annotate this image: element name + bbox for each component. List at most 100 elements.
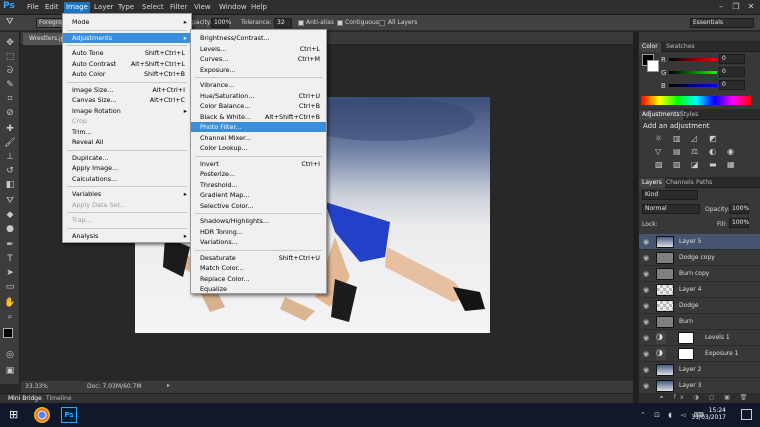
opacity-field[interactable]: 100% [211, 18, 231, 28]
visibility-eye-icon[interactable]: ◉ [643, 270, 651, 278]
image-menu-item[interactable]: Auto Color Shift+Ctrl+B [63, 69, 191, 79]
visibility-eye-icon[interactable]: ◉ [643, 382, 651, 390]
contiguous-checkbox[interactable] [337, 20, 343, 26]
image-menu-item[interactable]: Analysis ▸ [63, 231, 191, 241]
gradient-adj-icon[interactable]: ▬ [709, 160, 721, 169]
image-menu-item[interactable]: Crop [63, 116, 191, 126]
adjustments-menu-item[interactable]: Replace Color... [191, 274, 326, 284]
status-arrow-icon[interactable]: ▸ [167, 382, 170, 389]
threshold-adj-icon[interactable]: ◪ [691, 160, 703, 169]
visibility-eye-icon[interactable]: ◉ [643, 254, 651, 262]
clone-stamp-icon[interactable]: ⊥ [4, 152, 16, 163]
notifications-icon[interactable] [741, 409, 752, 420]
tab-paths[interactable]: Paths [693, 178, 715, 188]
adjustments-menu-item[interactable]: Shadows/Highlights... [191, 216, 326, 226]
layer-row[interactable]: ◉ Dodge [639, 298, 760, 314]
history-brush-icon[interactable]: ↺ [4, 166, 16, 177]
layer-row[interactable]: ◉ ◑ Exposure 1 [639, 346, 760, 362]
zoom-level[interactable]: 33.33% [25, 383, 48, 390]
rectangle-tool-icon[interactable]: ▭ [4, 282, 16, 293]
image-menu-item[interactable]: Apply Image... [63, 163, 191, 173]
channel-g-slider[interactable] [669, 71, 717, 74]
curves-adj-icon[interactable]: ◿ [691, 134, 703, 143]
adjustments-menu-item[interactable]: Gradient Map... [191, 190, 326, 200]
layer-row[interactable]: ◉ Dodge copy [639, 250, 760, 266]
adjustments-menu-item[interactable]: Black & White... Alt+Shift+Ctrl+B [191, 112, 326, 122]
image-menu-item[interactable]: Canvas Size... Alt+Ctrl+C [63, 95, 191, 105]
close-icon[interactable]: ✕ [746, 2, 756, 12]
quick-mask-icon[interactable]: ◎ [4, 350, 16, 361]
visibility-eye-icon[interactable]: ◉ [643, 366, 651, 374]
adjustments-menu-item[interactable]: Vibrance... [191, 80, 326, 90]
menu-edit[interactable]: Edit [45, 3, 59, 11]
adjustments-menu-item[interactable]: Equalize [191, 284, 326, 294]
all-layers-checkbox[interactable] [379, 20, 385, 26]
adjustments-menu-item[interactable]: Brightness/Contrast... [191, 33, 326, 43]
brush-tool-icon[interactable]: 🖌 [4, 138, 16, 149]
posterize-adj-icon[interactable]: ▨ [673, 160, 685, 169]
screen-mode-icon[interactable]: ▣ [4, 366, 16, 377]
balance-adj-icon[interactable]: ⚖ [691, 147, 703, 156]
paint-bucket-tool-icon[interactable]: ⛛ [4, 196, 16, 207]
vibrance-adj-icon[interactable]: ▽ [655, 147, 667, 156]
image-menu-item[interactable]: Calculations... [63, 174, 191, 184]
windows-start-icon[interactable]: ⊞ [9, 407, 25, 423]
image-menu-item[interactable]: Duplicate... [63, 153, 191, 163]
visibility-eye-icon[interactable]: ◉ [643, 286, 651, 294]
adjustments-menu-item[interactable]: Color Balance... Ctrl+B [191, 101, 326, 111]
minimize-icon[interactable]: – [716, 2, 726, 12]
channel-b-slider[interactable] [669, 84, 717, 87]
adjustments-menu-item[interactable]: Selective Color... [191, 201, 326, 211]
lasso-tool-icon[interactable]: ᘐ [4, 66, 16, 77]
image-menu-item[interactable]: Apply Data Set... [63, 200, 191, 210]
paint-bucket-icon[interactable]: ⛛ [6, 17, 20, 29]
type-tool-icon[interactable]: T [4, 254, 16, 265]
adjustments-menu-item[interactable]: Levels... Ctrl+L [191, 44, 326, 54]
tab-mini-bridge[interactable]: Mini Bridge [8, 395, 42, 402]
layer-fill-field[interactable]: 100% [729, 218, 749, 228]
brightness-adj-icon[interactable]: ☼ [655, 134, 667, 143]
menu-filter[interactable]: Filter [170, 3, 187, 11]
adjustments-menu-item[interactable]: Exposure... [191, 65, 326, 75]
image-menu-item[interactable]: Mode ▸ [63, 17, 191, 27]
layer-row[interactable]: ◉ Layer 4 [639, 282, 760, 298]
eraser-tool-icon[interactable]: ◧ [4, 180, 16, 191]
menu-type[interactable]: Type [118, 3, 134, 11]
levels-adj-icon[interactable]: ▥ [673, 134, 685, 143]
adjustments-menu-item[interactable]: Photo Filter... [191, 122, 326, 132]
tab-layers[interactable]: Layers [639, 178, 665, 188]
visibility-eye-icon[interactable]: ◉ [643, 350, 651, 358]
image-menu-item[interactable]: Trap... [63, 215, 191, 225]
hue-adj-icon[interactable]: ▤ [673, 147, 685, 156]
menu-window[interactable]: Window [219, 3, 247, 11]
layer-row[interactable]: ◉ Layer 5 [639, 234, 760, 250]
channel-r-field[interactable]: 0 [719, 54, 745, 64]
foreground-color-swatch[interactable] [3, 328, 13, 338]
blur-tool-icon[interactable]: ◆ [4, 210, 16, 221]
zoom-tool-icon[interactable]: ⌕ [4, 312, 16, 323]
adjustments-menu-item[interactable]: Match Color... [191, 263, 326, 273]
invert-adj-icon[interactable]: ▧ [655, 160, 667, 169]
pen-tool-icon[interactable]: ✒ [4, 240, 16, 251]
color-spectrum[interactable] [641, 96, 751, 105]
channel-b-field[interactable]: 0 [719, 80, 745, 90]
eyedropper-tool-icon[interactable]: ⊘ [4, 108, 16, 119]
adjustments-menu-item[interactable]: Channel Mixer... [191, 133, 326, 143]
image-menu-item[interactable]: Variables ▸ [63, 189, 191, 199]
menu-image[interactable]: Image [64, 2, 90, 13]
exposure-adj-icon[interactable]: ◩ [709, 134, 721, 143]
move-tool-icon[interactable]: ✥ [4, 38, 16, 49]
visibility-eye-icon[interactable]: ◉ [643, 318, 651, 326]
layer-row[interactable]: ◉ Layer 2 [639, 362, 760, 378]
blend-mode-select[interactable]: Normal [642, 204, 700, 214]
image-menu-item[interactable]: Trim... [63, 127, 191, 137]
layer-row[interactable]: ◉ Burn [639, 314, 760, 330]
color-panel-bg-swatch[interactable] [647, 60, 659, 72]
menu-layer[interactable]: Layer [94, 3, 114, 11]
visibility-eye-icon[interactable]: ◉ [643, 334, 651, 342]
image-menu-item[interactable]: Reveal All [63, 137, 191, 147]
crop-tool-icon[interactable]: ⌗ [4, 94, 16, 105]
photo-filter-adj-icon[interactable]: ◉ [727, 147, 739, 156]
adjustments-menu-item[interactable]: Desaturate Shift+Ctrl+U [191, 253, 326, 263]
image-menu-item[interactable]: Image Rotation ▸ [63, 106, 191, 116]
